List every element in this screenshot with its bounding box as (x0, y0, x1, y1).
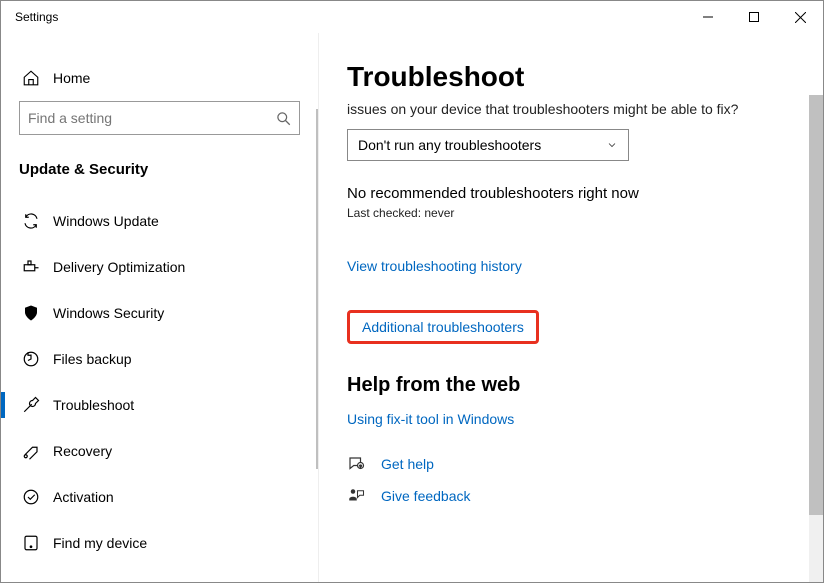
sidebar-item-activation[interactable]: Activation (1, 474, 318, 520)
window-controls (685, 1, 823, 33)
intro-text: issues on your device that troubleshoote… (347, 99, 781, 119)
search-input[interactable] (28, 110, 276, 126)
get-help-row: ? Get help (347, 455, 781, 473)
help-web-link[interactable]: Using fix-it tool in Windows (347, 411, 514, 427)
sidebar-section-header: Update & Security (1, 153, 318, 198)
give-feedback-row: Give feedback (347, 487, 781, 505)
get-help-link[interactable]: Get help (381, 456, 434, 472)
delivery-icon (19, 258, 43, 276)
backup-icon (19, 350, 43, 368)
sidebar-item-label: Delivery Optimization (43, 259, 185, 275)
select-value: Don't run any troubleshooters (358, 137, 541, 153)
sidebar-item-troubleshoot[interactable]: Troubleshoot (1, 382, 318, 428)
maximize-icon (749, 12, 759, 22)
close-icon (795, 12, 806, 23)
sidebar-item-delivery-optimization[interactable]: Delivery Optimization (1, 244, 318, 290)
maximize-button[interactable] (731, 1, 777, 33)
sidebar-item-windows-security[interactable]: Windows Security (1, 290, 318, 336)
sidebar-item-find-my-device[interactable]: Find my device (1, 520, 318, 566)
minimize-button[interactable] (685, 1, 731, 33)
device-icon (19, 534, 43, 552)
main-scrollbar-thumb[interactable] (809, 95, 823, 515)
troubleshooter-select[interactable]: Don't run any troubleshooters (347, 129, 629, 161)
page-title: Troubleshoot (347, 61, 781, 93)
sidebar-item-label: Recovery (43, 443, 112, 459)
sidebar-item-recovery[interactable]: Recovery (1, 428, 318, 474)
last-checked-text: Last checked: never (347, 206, 781, 220)
sidebar-item-label: Windows Security (43, 305, 164, 321)
sidebar: Home Update & Security Windows Update D (1, 33, 319, 582)
help-header: Help from the web (347, 374, 781, 397)
sidebar-item-label: Troubleshoot (43, 397, 134, 413)
sidebar-home[interactable]: Home (1, 61, 318, 101)
view-history-link[interactable]: View troubleshooting history (347, 258, 522, 274)
give-feedback-link[interactable]: Give feedback (381, 488, 471, 504)
sidebar-item-label: Find my device (43, 535, 147, 551)
chat-icon: ? (347, 455, 371, 473)
home-label: Home (43, 70, 90, 86)
close-button[interactable] (777, 1, 823, 33)
wrench-icon (19, 396, 43, 414)
sidebar-item-label: Activation (43, 489, 114, 505)
additional-troubleshooters-highlight: Additional troubleshooters (347, 310, 539, 344)
chevron-down-icon (606, 139, 618, 151)
recovery-icon (19, 442, 43, 460)
sidebar-item-label: Files backup (43, 351, 132, 367)
sidebar-scrollbar[interactable] (316, 109, 318, 469)
feedback-icon (347, 487, 371, 505)
window-title: Settings (1, 10, 58, 24)
main-panel: Troubleshoot issues on your device that … (319, 33, 823, 582)
search-icon (276, 111, 291, 126)
minimize-icon (703, 12, 713, 22)
additional-troubleshooters-link[interactable]: Additional troubleshooters (362, 319, 524, 335)
check-circle-icon (19, 488, 43, 506)
search-box[interactable] (19, 101, 300, 135)
titlebar: Settings (1, 1, 823, 33)
sidebar-item-files-backup[interactable]: Files backup (1, 336, 318, 382)
status-text: No recommended troubleshooters right now (347, 185, 781, 202)
sidebar-item-windows-update[interactable]: Windows Update (1, 198, 318, 244)
home-icon (19, 69, 43, 87)
sidebar-item-label: Windows Update (43, 213, 159, 229)
shield-icon (19, 304, 43, 322)
sync-icon (19, 212, 43, 230)
